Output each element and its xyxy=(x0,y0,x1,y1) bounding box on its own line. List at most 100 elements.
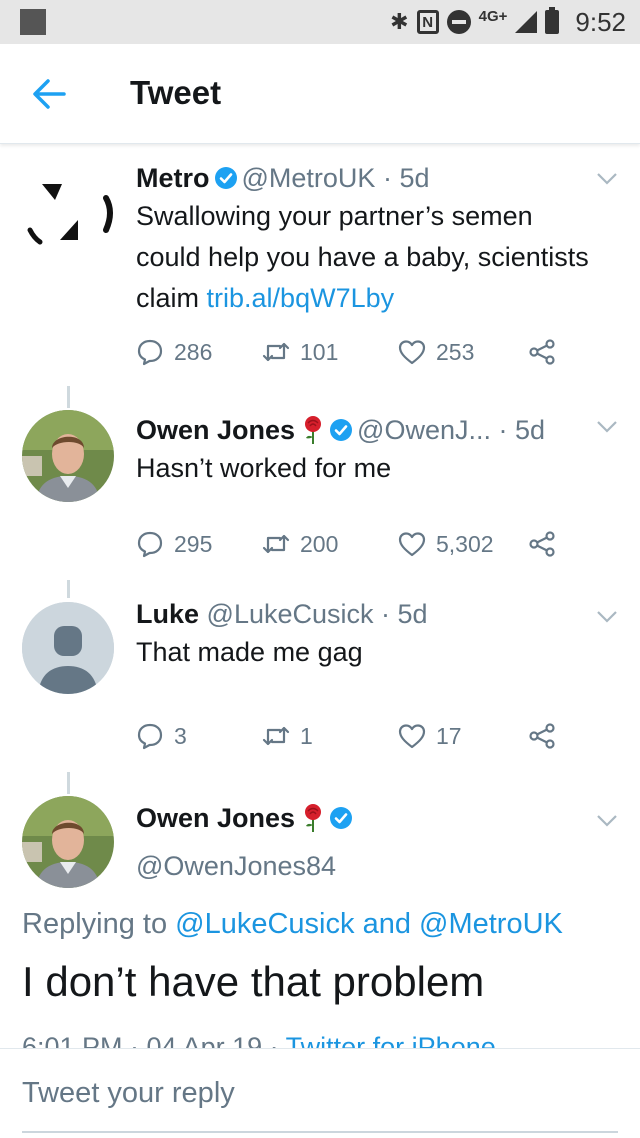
thread-line xyxy=(67,776,70,794)
user-name[interactable]: Owen Jones xyxy=(136,803,295,833)
tweet-owen-reply[interactable]: Owen Jones @OwenJ... · 5d Hasn’t worked f… xyxy=(0,390,640,598)
rose-icon xyxy=(305,416,322,444)
avatar[interactable] xyxy=(22,796,114,888)
tweet-text: Hasn’t worked for me xyxy=(136,453,392,483)
tweet-meta: 6:01 PM · 04 Apr 19 · Twitter for iPhone xyxy=(22,1030,496,1048)
user-name[interactable]: Metro xyxy=(136,163,210,193)
tweet-timestamp: 6:01 PM · 04 Apr 19 · xyxy=(22,1032,279,1048)
tweet-body: Luke @LukeCusick · 5d That made me gag xyxy=(136,596,590,673)
chevron-down-icon[interactable] xyxy=(596,814,618,828)
user-handle[interactable]: @OwenJ... xyxy=(357,415,491,445)
verified-badge-icon xyxy=(330,419,353,441)
tweet-text: That made me gag xyxy=(136,637,363,667)
like-count: 5,302 xyxy=(436,530,494,557)
tweet-actions: 295 200 5,302 xyxy=(136,528,576,560)
tweet-source-link[interactable]: Twitter for iPhone xyxy=(286,1032,496,1048)
battery-icon xyxy=(545,7,560,34)
avatar[interactable] xyxy=(22,602,114,694)
tweet-header: Metro @MetroUK · 5d xyxy=(136,160,590,196)
tweet-header: Owen Jones @OwenJ... · 5d xyxy=(136,412,590,448)
bluetooth-icon: ✱ xyxy=(390,9,409,34)
tweet-body: Owen Jones @OwenJ... · 5d Hasn’t worked f… xyxy=(136,412,590,489)
tweet-time: · 5d xyxy=(498,415,546,445)
chevron-down-icon[interactable] xyxy=(596,172,618,186)
tweet-body: Metro @MetroUK · 5d Swallowing your partn… xyxy=(136,160,590,319)
like-count: 17 xyxy=(436,722,462,749)
like-count: 253 xyxy=(436,338,475,365)
reply-count: 295 xyxy=(174,530,213,557)
tweet-actions: 286 101 253 xyxy=(136,336,576,368)
retweet-button[interactable]: 101 xyxy=(262,336,338,368)
user-handle[interactable]: @MetroUK xyxy=(242,163,376,193)
replying-and: and xyxy=(362,908,411,940)
user-name[interactable]: Luke xyxy=(136,599,199,629)
avatar[interactable] xyxy=(22,410,114,502)
mention-link[interactable]: @LukeCusick xyxy=(175,908,354,940)
retweet-count: 200 xyxy=(300,530,339,557)
back-arrow-icon[interactable] xyxy=(32,78,66,110)
tweet-header: Luke @LukeCusick · 5d xyxy=(136,596,590,632)
tweet-luke[interactable]: Luke @LukeCusick · 5d That made me gag 3… xyxy=(0,596,640,790)
user-name[interactable]: Owen Jones xyxy=(136,415,295,445)
heart-icon xyxy=(398,532,426,557)
status-bar: ✱ N 4G+ 9:52 xyxy=(0,0,640,44)
tweet-text: Swallowing your partner’s semen could he… xyxy=(136,196,590,319)
user-handle[interactable]: @LukeCusick xyxy=(207,599,374,629)
mention-link[interactable]: @MetroUK xyxy=(419,908,563,940)
clock: 9:52 xyxy=(575,6,626,37)
chevron-down-icon[interactable] xyxy=(596,420,618,434)
signal-icon xyxy=(515,11,538,33)
retweet-icon xyxy=(262,726,290,746)
rose-icon xyxy=(305,804,322,832)
share-button[interactable] xyxy=(528,720,556,752)
tweet-actions: 3 1 17 xyxy=(136,720,576,752)
reply-input[interactable]: Tweet your reply xyxy=(22,1077,235,1110)
notification-icon xyxy=(20,9,46,35)
reply-icon xyxy=(137,531,163,558)
default-avatar-icon xyxy=(22,602,114,694)
retweet-button[interactable]: 200 xyxy=(262,528,338,560)
reply-composer: Tweet your reply xyxy=(0,1048,640,1138)
verified-badge-icon xyxy=(330,807,353,829)
tweet-metro[interactable]: Metro @MetroUK · 5d Swallowing your partn… xyxy=(0,150,640,404)
reply-input-underline xyxy=(22,1131,618,1133)
reply-button[interactable]: 286 xyxy=(136,336,212,368)
network-type: 4G+ xyxy=(478,7,508,25)
reply-icon xyxy=(137,339,163,366)
share-button[interactable] xyxy=(528,336,556,368)
profile-photo xyxy=(22,410,114,502)
share-icon xyxy=(529,339,555,365)
like-button[interactable]: 5,302 xyxy=(398,528,494,560)
profile-photo xyxy=(22,796,114,888)
heart-icon xyxy=(398,340,426,365)
do-not-disturb-icon xyxy=(446,10,471,34)
focused-tweet-text: I don’t have that problem xyxy=(22,958,485,1005)
retweet-icon xyxy=(262,534,290,554)
thread-line xyxy=(67,390,70,408)
replying-prefix: Replying to xyxy=(22,908,168,940)
app-header: Tweet xyxy=(0,44,640,144)
retweet-count: 1 xyxy=(300,722,313,749)
like-button[interactable]: 253 xyxy=(398,336,474,368)
tweet-link[interactable]: trib.al/bqW7Lby xyxy=(207,283,395,313)
retweet-count: 101 xyxy=(300,338,339,365)
avatar[interactable] xyxy=(22,164,114,256)
user-handle[interactable]: @OwenJones84 xyxy=(136,851,590,882)
chevron-down-icon[interactable] xyxy=(596,610,618,624)
reply-button[interactable]: 3 xyxy=(136,720,187,752)
retweet-button[interactable]: 1 xyxy=(262,720,313,752)
retweet-icon xyxy=(262,342,290,362)
tweet-time: · 5d xyxy=(381,599,428,629)
reply-icon xyxy=(137,723,163,750)
page-title: Tweet xyxy=(130,74,222,111)
share-button[interactable] xyxy=(528,528,556,560)
reply-button[interactable]: 295 xyxy=(136,528,212,560)
like-button[interactable]: 17 xyxy=(398,720,462,752)
nfc-icon: N xyxy=(416,10,439,34)
reply-count: 286 xyxy=(174,338,213,365)
metro-logo-icon xyxy=(27,184,113,245)
share-icon xyxy=(529,723,555,749)
heart-icon xyxy=(398,724,426,749)
focused-tweet-author: Owen Jones @OwenJones84 xyxy=(136,800,590,882)
share-icon xyxy=(529,531,555,557)
